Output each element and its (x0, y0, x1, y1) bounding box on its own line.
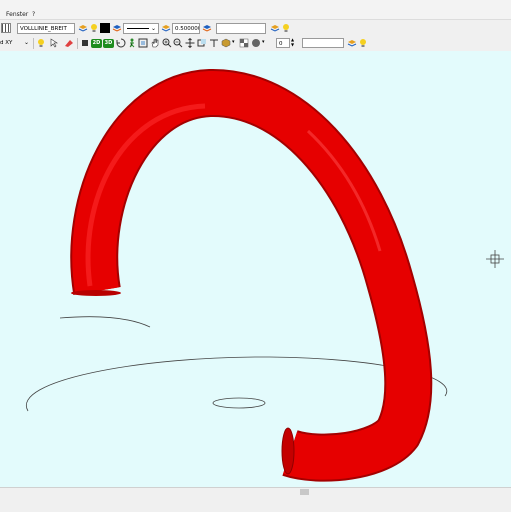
line-type-select[interactable]: ⌄ (123, 23, 159, 34)
view-label[interactable]: d XY (0, 38, 20, 48)
menu-bar: Fenster ? (0, 0, 511, 20)
tube-end-cap (281, 427, 295, 475)
layers-icon[interactable] (78, 23, 88, 33)
rotate-icon[interactable] (116, 38, 126, 48)
cube-icon[interactable] (221, 38, 231, 48)
scene-canvas (25, 69, 504, 482)
count-spinner[interactable]: 0 (276, 38, 290, 48)
sphere-shading-icon[interactable] (251, 38, 261, 48)
filter-icon[interactable] (209, 38, 219, 48)
lightbulb-icon[interactable] (89, 23, 99, 33)
property-toolbar: VOLLLINIE_BREIT ⌄ 0.500000 (0, 20, 511, 37)
move-icon[interactable] (185, 38, 195, 48)
separator (77, 38, 78, 49)
view-3d-button[interactable]: 3D (103, 39, 114, 48)
color-swatch-icon[interactable] (100, 23, 110, 33)
value-field[interactable] (302, 38, 344, 48)
lightbulb-icon[interactable] (358, 38, 368, 48)
eraser-icon[interactable] (64, 38, 74, 48)
layers-icon[interactable] (112, 23, 122, 33)
line-width-field[interactable]: 0.500000 (172, 23, 200, 34)
hatch-icon[interactable] (1, 23, 11, 33)
view-toolbar: d XY ⌄ 2D 3D ▾ ▾ 0 ▲ ▼ (0, 36, 511, 52)
horizontal-scroll-thumb[interactable] (300, 489, 309, 495)
zoom-extents-icon[interactable] (197, 38, 207, 48)
chevron-down-icon[interactable]: ⌄ (24, 38, 29, 48)
line-type-preview (127, 28, 149, 29)
layers-icon[interactable] (270, 23, 280, 33)
tube-end-cap (71, 290, 121, 296)
walk-icon[interactable] (127, 38, 137, 48)
zoom-window-icon[interactable] (138, 38, 148, 48)
view-2d-button[interactable]: 2D (91, 39, 102, 48)
menu-help[interactable]: ? (32, 11, 35, 18)
crosshair-cursor-icon (486, 250, 504, 268)
zoom-out-icon[interactable] (173, 38, 183, 48)
layers-icon[interactable] (161, 23, 171, 33)
red-tube (72, 71, 431, 480)
wire-curve (59, 316, 151, 328)
pointer-icon[interactable] (49, 38, 59, 48)
menu-fenster[interactable]: Fenster (6, 11, 28, 18)
line-style-field[interactable]: VOLLLINIE_BREIT (17, 23, 75, 34)
lightbulb-icon[interactable] (281, 23, 291, 33)
snap-icon[interactable] (80, 38, 90, 48)
layers-icon[interactable] (202, 23, 212, 33)
lightbulb-icon[interactable] (36, 38, 46, 48)
drawing-viewport[interactable] (0, 51, 511, 487)
layers-icon[interactable] (347, 38, 357, 48)
layer-field[interactable] (216, 23, 266, 34)
separator (33, 38, 34, 49)
pan-hand-icon[interactable] (150, 38, 160, 48)
status-bar (0, 487, 511, 512)
small-ellipse (212, 397, 266, 409)
zoom-in-icon[interactable] (162, 38, 172, 48)
chevron-down-icon[interactable]: ▾ (262, 39, 265, 45)
checker-render-icon[interactable] (239, 38, 249, 48)
spinner-arrows-icon[interactable]: ▲ ▼ (291, 37, 294, 47)
chevron-down-icon: ⌄ (151, 25, 157, 32)
chevron-down-icon[interactable]: ▾ (232, 39, 235, 45)
